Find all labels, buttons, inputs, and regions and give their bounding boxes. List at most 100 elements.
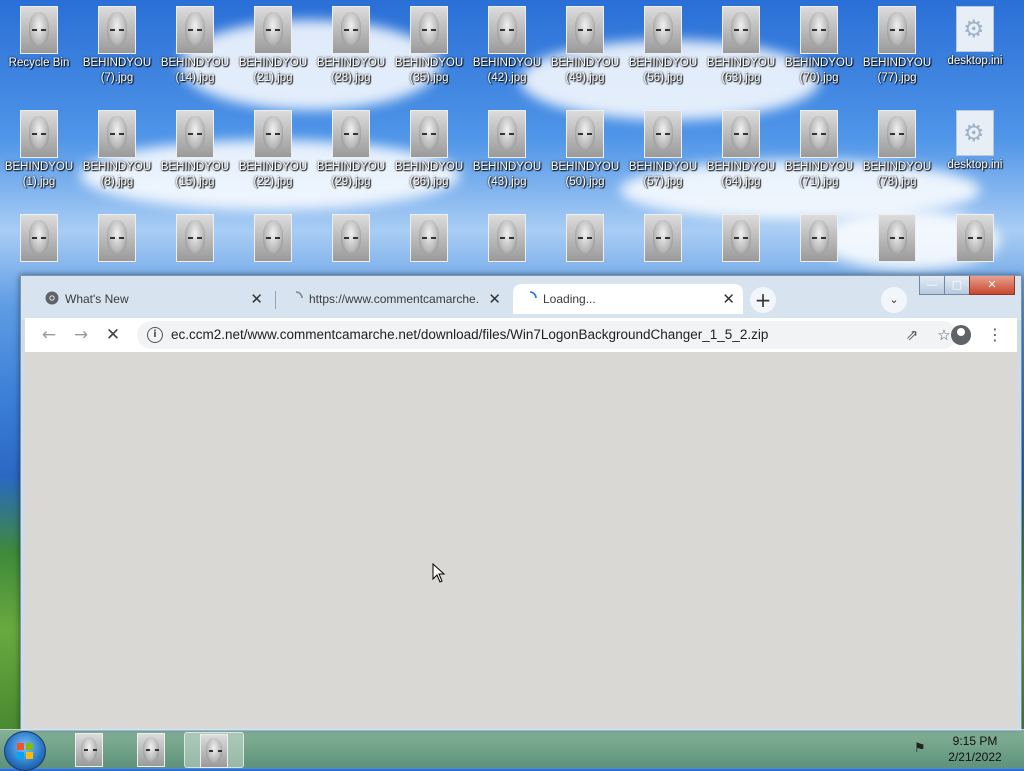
desktop-icon-label: BEHINDYOU (42).jpg (472, 57, 542, 84)
maximize-button[interactable]: □ (944, 276, 970, 295)
photo-thumbnail-icon (75, 733, 103, 767)
close-icon[interactable]: ✕ (722, 284, 735, 314)
photo-thumbnail-icon (20, 6, 58, 54)
forward-button[interactable]: → (69, 323, 93, 347)
back-button[interactable]: ← (37, 323, 61, 347)
desktop-icon-label: BEHINDYOU (49).jpg (550, 57, 620, 84)
loading-spinner-icon (529, 291, 537, 299)
desktop-icon-label: desktop.ini (947, 159, 1003, 171)
desktop-icon[interactable]: Recycle Bin (1, 6, 77, 98)
network-tray-icon[interactable]: ⚑ (914, 741, 932, 757)
desktop-icon-label: Recycle Bin (8, 57, 70, 69)
desktop-icon-label: BEHINDYOU (56).jpg (628, 57, 698, 84)
desktop-icon[interactable]: BEHINDYOU (14).jpg (157, 6, 233, 98)
desktop-icon[interactable]: BEHINDYOU (28).jpg (313, 6, 389, 98)
tab-whats-new[interactable]: What's New ✕ (35, 284, 271, 314)
desktop-icon-label: desktop.ini (947, 55, 1003, 67)
desktop-icon-label: BEHINDYOU (43).jpg (472, 161, 542, 188)
desktop-icon-label: BEHINDYOU (35).jpg (394, 57, 464, 84)
desktop-icon[interactable]: BEHINDYOU (57).jpg (625, 110, 701, 202)
desktop-icon[interactable]: BEHINDYOU (78).jpg (859, 110, 935, 202)
desktop-icon[interactable]: BEHINDYOU (29).jpg (313, 110, 389, 202)
taskbar-app-button[interactable] (60, 732, 118, 767)
taskbar: ⚑ 9:15 PM 2/21/2022 (0, 729, 1024, 771)
tab-commentcamarche[interactable]: https://www.commentcamarche. ✕ (279, 284, 509, 314)
browser-window: What's New ✕ https://www.commentcamarche… (20, 275, 1022, 731)
browser-menu-button[interactable]: ⋮ (985, 323, 1005, 347)
photo-thumbnail-icon (332, 6, 370, 54)
desktop-icon[interactable]: BEHINDYOU (71).jpg (781, 110, 857, 202)
photo-thumbnail-icon (800, 6, 838, 54)
photo-thumbnail-icon (566, 6, 604, 54)
desktop-icon-label: BEHINDYOU (78).jpg (862, 161, 932, 188)
desktop-icon[interactable]: BEHINDYOU (35).jpg (391, 6, 467, 98)
desktop-icon[interactable]: BEHINDYOU (49).jpg (547, 6, 623, 98)
desktop-icon[interactable]: BEHINDYOU (70).jpg (781, 6, 857, 98)
desktop-icon[interactable]: BEHINDYOU (36).jpg (391, 110, 467, 202)
minimize-button[interactable]: — (919, 276, 945, 295)
desktop-icon[interactable]: BEHINDYOU (7).jpg (79, 6, 155, 98)
desktop-icon[interactable]: BEHINDYOU (21).jpg (235, 6, 311, 98)
profile-avatar[interactable] (951, 325, 971, 345)
photo-thumbnail-icon (566, 110, 604, 158)
desktop-icon-label: BEHINDYOU (70).jpg (784, 57, 854, 84)
desktop-icon-label: BEHINDYOU (7).jpg (82, 57, 152, 84)
photo-thumbnail-icon (176, 110, 214, 158)
photo-thumbnail-icon (800, 214, 838, 262)
desktop-icon[interactable]: BEHINDYOU (15).jpg (157, 110, 233, 202)
tab-loading[interactable]: Loading... ✕ (513, 284, 743, 314)
desktop-icon-label: BEHINDYOU (36).jpg (394, 161, 464, 188)
photo-thumbnail-icon (878, 214, 916, 262)
share-icon[interactable]: ⇗ (901, 324, 923, 346)
desktop-icon[interactable]: BEHINDYOU (56).jpg (625, 6, 701, 98)
close-icon[interactable]: ✕ (250, 284, 263, 314)
taskbar-app-button[interactable] (122, 732, 180, 767)
desktop-icon[interactable]: BEHINDYOU (42).jpg (469, 6, 545, 98)
close-window-button[interactable]: ✕ (969, 276, 1015, 295)
photo-thumbnail-icon (644, 6, 682, 54)
desktop-icon[interactable]: desktop.ini (937, 110, 1013, 202)
photo-thumbnail-icon (176, 6, 214, 54)
photo-thumbnail-icon (176, 214, 214, 262)
address-bar[interactable]: i ec.ccm2.net/www.commentcamarche.net/do… (137, 321, 957, 349)
tab-strip: What's New ✕ https://www.commentcamarche… (21, 276, 1021, 320)
photo-thumbnail-icon (20, 214, 58, 262)
settings-file-icon (956, 6, 994, 52)
system-clock[interactable]: 9:15 PM 2/21/2022 (940, 733, 1010, 765)
photo-thumbnail-icon (800, 110, 838, 158)
desktop-icon[interactable]: desktop.ini (937, 6, 1013, 98)
tab-search-button[interactable]: ⌄ (881, 287, 907, 313)
tab-title: https://www.commentcamarche. (309, 292, 480, 306)
desktop-icon-label: BEHINDYOU (28).jpg (316, 57, 386, 84)
desktop-icon[interactable]: BEHINDYOU (63).jpg (703, 6, 779, 98)
photo-thumbnail-icon (410, 214, 448, 262)
photo-thumbnail-icon (98, 214, 136, 262)
site-info-icon[interactable]: i (147, 327, 163, 343)
start-button[interactable] (4, 731, 46, 771)
photo-thumbnail-icon (722, 214, 760, 262)
desktop-icon-label: BEHINDYOU (8).jpg (82, 161, 152, 188)
photo-thumbnail-icon (878, 6, 916, 54)
desktop-icon[interactable]: BEHINDYOU (50).jpg (547, 110, 623, 202)
desktop-icon[interactable]: BEHINDYOU (22).jpg (235, 110, 311, 202)
desktop-icon[interactable]: BEHINDYOU (43).jpg (469, 110, 545, 202)
page-content[interactable] (25, 352, 1017, 728)
new-tab-button[interactable]: + (750, 287, 776, 313)
photo-thumbnail-icon (488, 110, 526, 158)
photo-thumbnail-icon (332, 110, 370, 158)
url-text[interactable]: ec.ccm2.net/www.commentcamarche.net/down… (171, 321, 768, 349)
photo-thumbnail-icon (254, 214, 292, 262)
chrome-icon (45, 291, 59, 305)
desktop-icon[interactable]: BEHINDYOU (64).jpg (703, 110, 779, 202)
photo-thumbnail-icon (722, 6, 760, 54)
desktop-icon[interactable]: BEHINDYOU (8).jpg (79, 110, 155, 202)
desktop-icon-label: BEHINDYOU (50).jpg (550, 161, 620, 188)
desktop-icon[interactable]: BEHINDYOU (77).jpg (859, 6, 935, 98)
close-icon[interactable]: ✕ (488, 284, 501, 314)
photo-thumbnail-icon (410, 110, 448, 158)
photo-thumbnail-icon (20, 110, 58, 158)
photo-thumbnail-icon (98, 110, 136, 158)
taskbar-app-button[interactable] (184, 732, 244, 768)
stop-loading-button[interactable]: ✕ (101, 323, 125, 347)
desktop-icon[interactable]: BEHINDYOU (1).jpg (1, 110, 77, 202)
